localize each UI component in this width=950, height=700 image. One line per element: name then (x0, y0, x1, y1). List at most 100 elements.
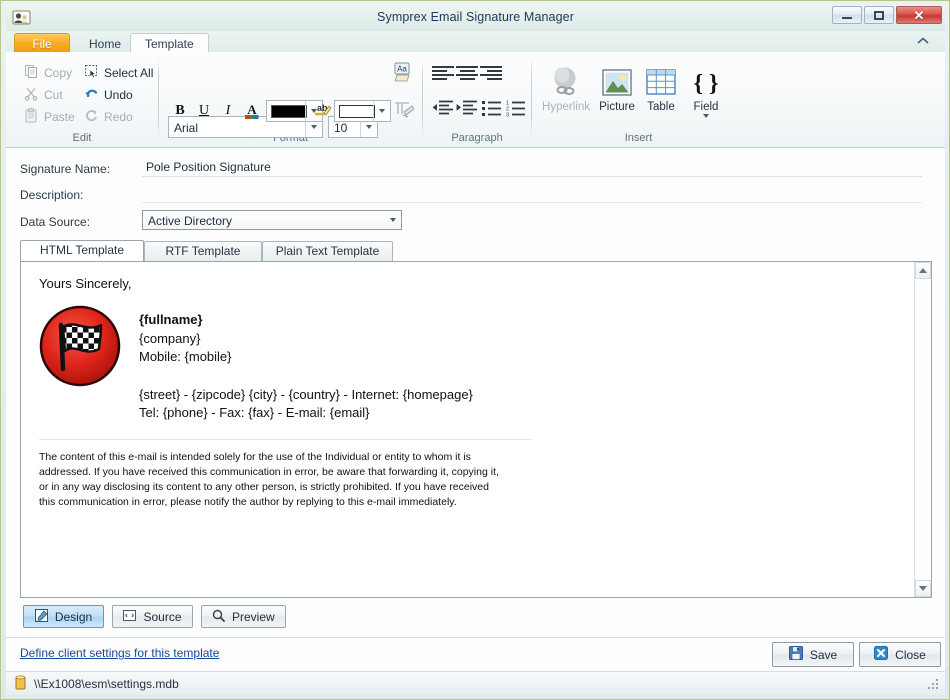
close-button[interactable]: ✕ (896, 6, 942, 24)
cut-button[interactable]: Cut (24, 86, 63, 104)
highlight-color-swatch-combo[interactable] (334, 100, 391, 122)
field-label: Field (693, 101, 719, 113)
client-settings-link[interactable]: Define client settings for this template (20, 646, 219, 660)
field-dropdown-arrow[interactable] (677, 114, 735, 118)
scroll-down-button[interactable] (915, 580, 931, 597)
undo-arrow-icon (84, 86, 99, 104)
ribbon-group-paragraph-label: Paragraph (451, 132, 503, 144)
save-button[interactable]: Save (772, 642, 854, 667)
hyperlink-button[interactable]: Hyperlink (537, 64, 595, 113)
signature-name-input[interactable] (142, 158, 922, 177)
align-left-icon[interactable] (432, 66, 454, 82)
address-field: {street} - {zipcode} {city} - {country} … (139, 386, 473, 402)
svg-text:3: 3 (506, 113, 509, 119)
maximize-icon (874, 10, 884, 20)
copy-label: Copy (44, 66, 73, 80)
data-source-dropdown-arrow[interactable] (384, 211, 401, 229)
ribbon-tab-template[interactable]: Template (130, 33, 209, 53)
highlight-button[interactable]: ab (311, 100, 333, 122)
ribbon-tab-file[interactable]: File (14, 33, 70, 53)
design-view-icon (34, 608, 48, 625)
highlight-color-dropdown-arrow[interactable] (373, 101, 390, 121)
change-case-icon: Aa (394, 62, 410, 82)
font-color-a-icon: A (245, 102, 259, 119)
ribbon-tab-strip: File Home Template (6, 31, 945, 53)
clear-formatting-icon (395, 102, 415, 118)
floppy-disk-icon (788, 646, 803, 663)
footer-divider (6, 637, 945, 638)
design-view-button[interactable]: Design (23, 605, 104, 628)
minimize-button[interactable] (832, 6, 862, 24)
minimize-icon (842, 16, 852, 19)
contact-field: Tel: {phone} - Fax: {fax} - E-mail: {ema… (139, 405, 370, 420)
database-icon (14, 674, 27, 693)
description-input[interactable] (142, 184, 922, 203)
signature-editor-content[interactable]: Yours Sincerely, {fullname} {company} Mo… (21, 262, 914, 597)
spelling-ab-icon: ab (315, 103, 332, 116)
mobile-field: Mobile: {mobile} (139, 349, 232, 364)
select-all-label: Select All (104, 66, 154, 80)
decrease-indent-icon[interactable] (432, 100, 454, 121)
font-size-value: 10 (334, 121, 348, 135)
align-center-icon[interactable] (456, 66, 478, 82)
signature-name-label: Signature Name: (20, 162, 111, 176)
design-view-label: Design (54, 609, 93, 624)
cut-label: Cut (44, 88, 63, 102)
maximize-button[interactable] (864, 6, 894, 24)
clear-formatting-button[interactable] (391, 96, 417, 122)
paste-label: Paste (44, 110, 75, 124)
paste-button[interactable]: Paste (24, 108, 75, 126)
bold-button[interactable]: B (168, 100, 192, 122)
window-title: Symprex Email Signature Manager (377, 10, 574, 24)
title-bar: Symprex Email Signature Manager ✕ (6, 5, 945, 31)
align-right-icon[interactable] (480, 66, 502, 82)
view-mode-buttons: Design Source Preview (23, 605, 286, 628)
hyperlink-label: Hyperlink (542, 101, 590, 113)
close-label: Close (895, 647, 926, 662)
scroll-up-button[interactable] (915, 262, 931, 279)
preview-label: Preview (232, 609, 275, 624)
data-source-select[interactable]: Active Directory (142, 210, 402, 230)
close-x-icon (874, 646, 889, 663)
italic-button[interactable]: I (216, 100, 240, 122)
tab-html-template[interactable]: HTML Template (20, 240, 144, 261)
company-field: {company} (139, 330, 201, 346)
template-form: Signature Name: Description: Data Source… (6, 148, 945, 243)
clipboard-icon (24, 108, 39, 126)
close-dialog-button[interactable]: Close (859, 642, 941, 667)
font-color-swatch (271, 104, 307, 118)
salutation-text: Yours Sincerely, (39, 276, 132, 291)
preview-button[interactable]: Preview (201, 605, 286, 628)
data-source-label: Data Source: (20, 215, 91, 229)
undo-button[interactable]: Undo (84, 86, 133, 104)
status-bar: \\Ex1008\esm\settings.mdb (6, 671, 945, 695)
underline-button[interactable]: U (192, 100, 216, 122)
chevron-up-icon[interactable] (915, 35, 931, 51)
signature-fields: {fullname} {company} Mobile: {mobile} {s… (139, 305, 473, 423)
underline-label: U (198, 103, 210, 118)
fullname-field: {fullname} (139, 312, 203, 327)
redo-button[interactable]: Redo (84, 108, 133, 126)
editor-vertical-scrollbar[interactable] (914, 262, 931, 597)
bullet-list-icon[interactable] (482, 100, 502, 121)
font-color-button[interactable]: A (240, 100, 264, 122)
field-button[interactable]: { } Field (677, 64, 735, 118)
tab-plain-text-template[interactable]: Plain Text Template (262, 241, 393, 261)
numbered-list-icon[interactable]: 1 2 3 (506, 100, 526, 121)
tab-rtf-template[interactable]: RTF Template (144, 241, 262, 261)
highlight-color-swatch (339, 104, 375, 118)
ribbon-tab-home[interactable]: Home (74, 33, 136, 53)
increase-indent-icon[interactable] (456, 100, 478, 121)
copy-button[interactable]: Copy (24, 64, 72, 82)
source-view-button[interactable]: Source (112, 605, 193, 628)
application-window: Symprex Email Signature Manager ✕ File H… (0, 0, 950, 700)
resize-grip[interactable] (928, 679, 940, 691)
signature-editor[interactable]: Yours Sincerely, {fullname} {company} Mo… (20, 261, 932, 598)
bold-label: B (175, 103, 185, 118)
select-all-button[interactable]: Select All (84, 64, 153, 82)
source-view-icon (123, 609, 137, 625)
change-case-button[interactable]: Aa (391, 60, 417, 86)
window-controls: ✕ (832, 6, 942, 24)
magnifier-icon (212, 609, 225, 625)
signature-divider (39, 438, 531, 440)
